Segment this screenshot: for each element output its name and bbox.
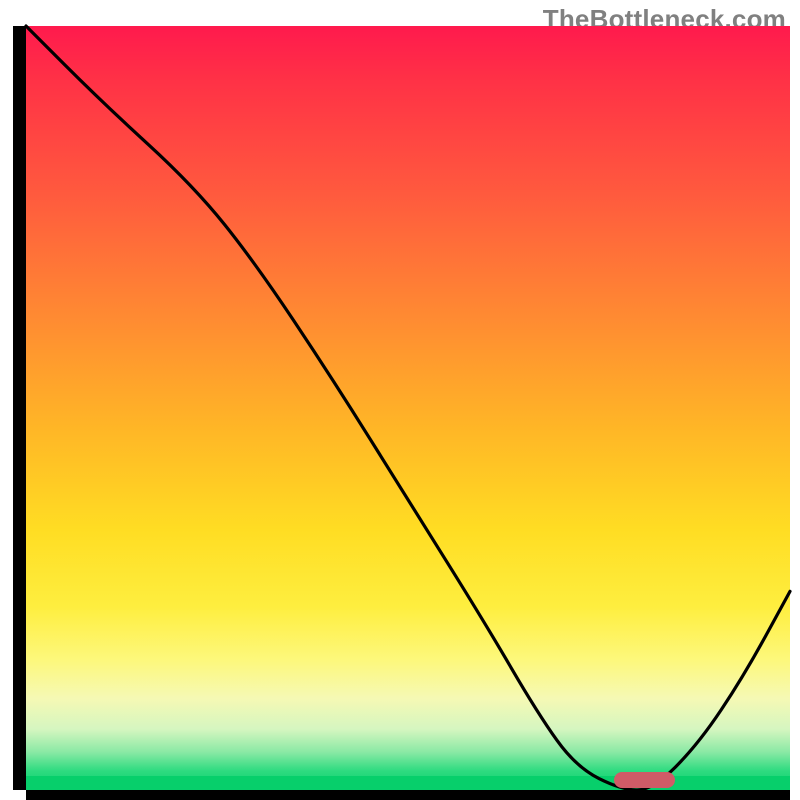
optimal-marker: [614, 772, 675, 788]
y-axis: [13, 26, 26, 790]
bottleneck-curve-path: [26, 26, 790, 790]
curve-svg: [26, 26, 790, 790]
chart-container: TheBottleneck.com: [0, 0, 800, 800]
x-axis: [26, 790, 790, 800]
